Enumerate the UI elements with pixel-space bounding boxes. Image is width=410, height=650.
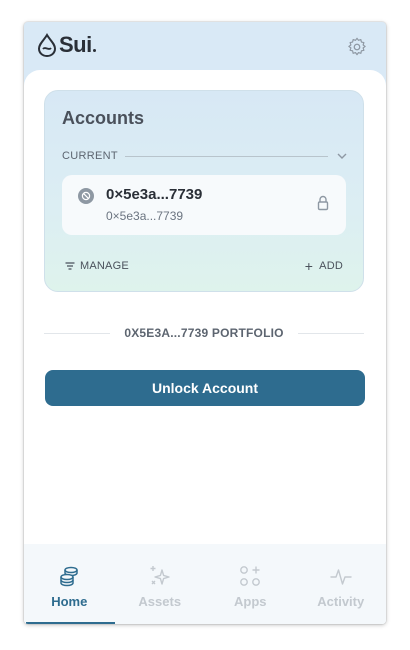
nav-apps[interactable]: Apps — [205, 544, 296, 624]
accounts-card: Accounts CURRENT 0×5e3a...7739 0×5e3a...… — [44, 90, 364, 292]
bottom-nav: Home Assets Apps Activity — [24, 544, 386, 624]
sui-logo: Sui — [37, 32, 96, 58]
nav-assets-label: Assets — [138, 594, 182, 609]
top-bar: Sui — [24, 22, 386, 70]
logo-text: Sui — [59, 32, 92, 57]
nav-apps-label: Apps — [234, 594, 267, 609]
filter-icon — [65, 262, 75, 270]
current-account-item[interactable]: 0×5e3a...7739 0×5e3a...7739 — [62, 175, 346, 235]
main-content: Accounts CURRENT 0×5e3a...7739 0×5e3a...… — [24, 70, 386, 624]
account-avatar-icon — [78, 188, 94, 204]
divider — [44, 332, 111, 334]
nav-home[interactable]: Home — [24, 544, 115, 624]
activity-icon — [330, 569, 352, 585]
accounts-title: Accounts — [62, 108, 145, 128]
logo-dot — [92, 49, 96, 52]
active-indicator — [26, 622, 115, 624]
sparkles-icon — [150, 566, 170, 585]
sui-drop-icon — [37, 33, 57, 57]
plus-icon: + — [304, 257, 314, 274]
nav-activity-label: Activity — [317, 594, 365, 609]
account-address: 0×5e3a...7739 — [106, 186, 203, 203]
wallet-window: Sui Accounts CURRENT 0×5e3a...7739 0×5e3… — [24, 22, 386, 624]
divider — [124, 155, 328, 157]
manage-label: MANAGE — [80, 260, 129, 272]
nav-home-label: Home — [51, 594, 88, 609]
current-section-header[interactable]: CURRENT — [62, 149, 348, 163]
portfolio-label: 0X5E3A...7739 PORTFOLIO — [124, 326, 284, 340]
current-label: CURRENT — [62, 150, 118, 162]
manage-button[interactable]: MANAGE — [65, 260, 129, 272]
portfolio-header: 0X5E3A...7739 PORTFOLIO — [44, 325, 365, 341]
chevron-down-icon[interactable] — [336, 150, 348, 162]
divider — [297, 332, 365, 334]
nav-assets[interactable]: Assets — [115, 544, 206, 624]
gear-icon[interactable] — [346, 36, 368, 58]
lock-icon[interactable] — [316, 195, 330, 211]
coins-icon — [60, 566, 78, 587]
account-address-secondary: 0×5e3a...7739 — [106, 209, 184, 223]
add-label: ADD — [319, 260, 343, 272]
nav-activity[interactable]: Activity — [296, 544, 387, 624]
unlock-account-button[interactable]: Unlock Account — [45, 370, 365, 406]
add-account-button[interactable]: + ADD — [304, 257, 343, 274]
apps-icon — [240, 566, 261, 586]
